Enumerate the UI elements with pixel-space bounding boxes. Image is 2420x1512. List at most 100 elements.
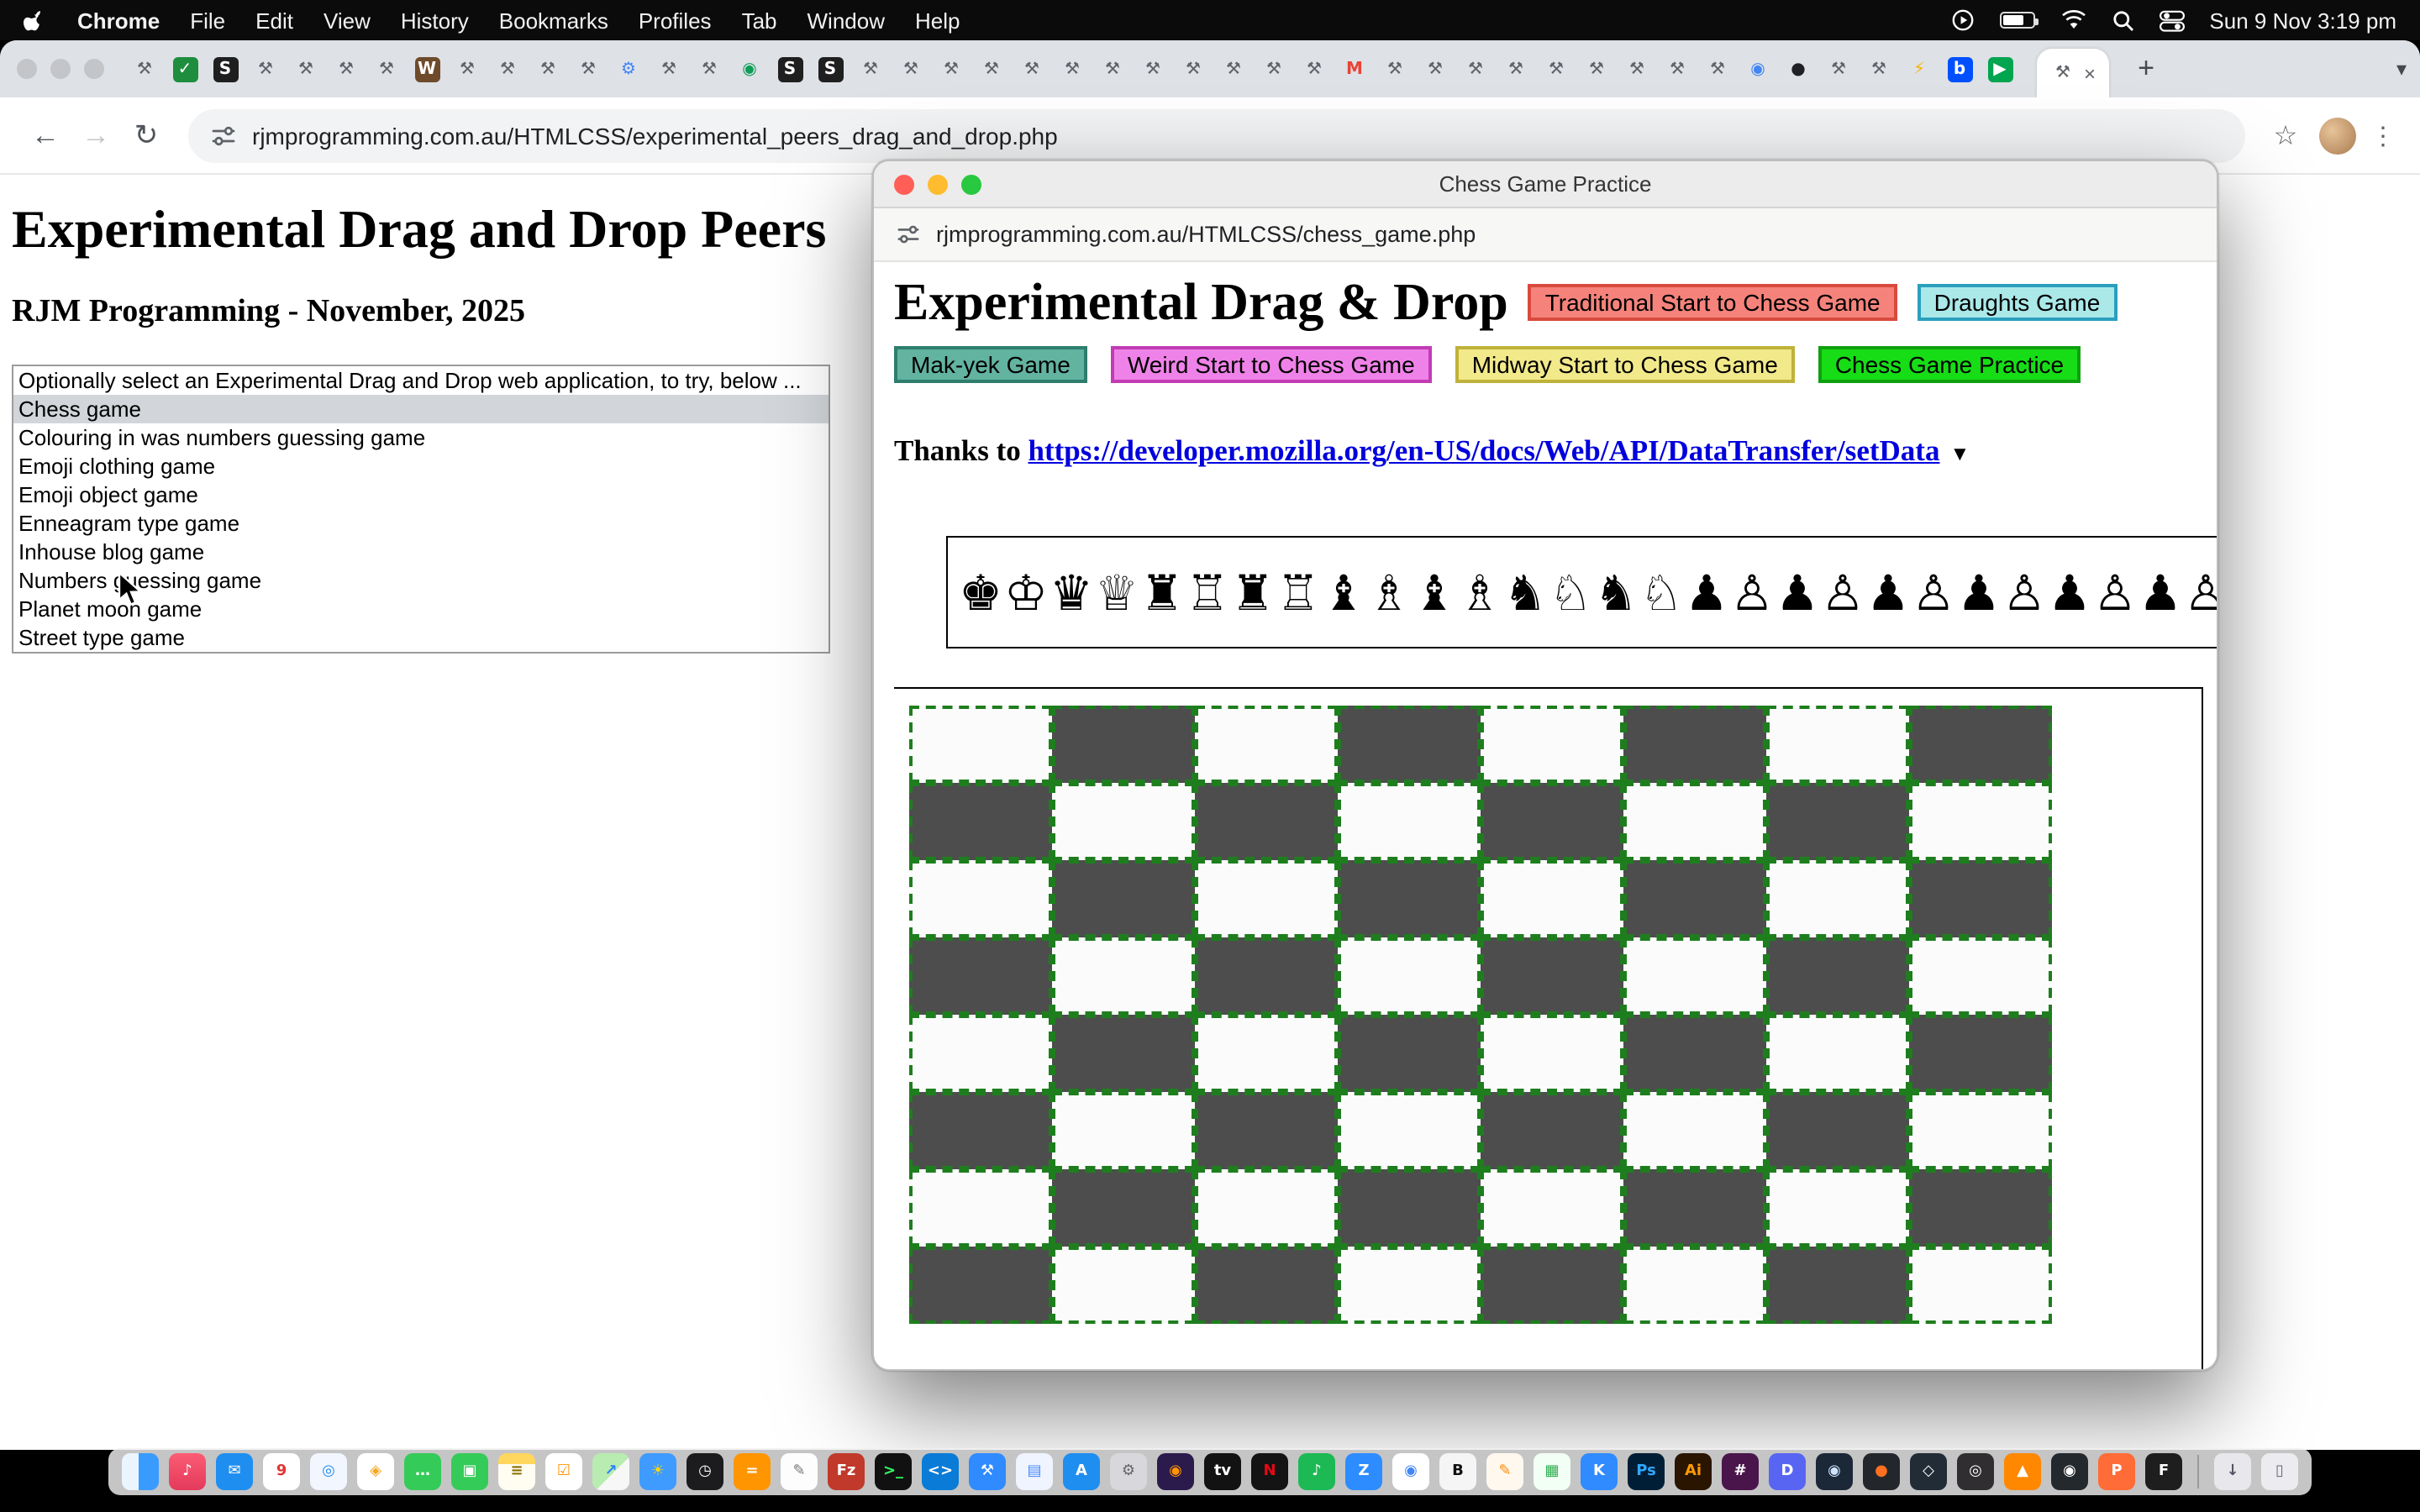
listbox-option[interactable]: Optionally select an Experimental Drag a…	[13, 366, 829, 395]
board-square-dark[interactable]	[1909, 706, 2052, 783]
dock-app-icon[interactable]: ▣	[451, 1453, 488, 1490]
chess-piece[interactable]: ♜	[1139, 542, 1185, 643]
board-square-light[interactable]	[1481, 706, 1623, 783]
board-square-light[interactable]	[1052, 937, 1195, 1015]
browser-tab[interactable]: ⚒	[245, 40, 286, 97]
browser-tab[interactable]: ⚒	[931, 40, 971, 97]
board-square-light[interactable]	[1338, 1247, 1481, 1324]
site-settings-icon[interactable]	[897, 223, 919, 245]
chess-piece[interactable]: ♖	[1185, 542, 1230, 643]
menubar-menu-item[interactable]: Bookmarks	[499, 8, 608, 33]
browser-tab[interactable]: S	[770, 40, 810, 97]
minimize-window-button[interactable]	[928, 175, 948, 195]
browser-tab[interactable]: ⚒	[1052, 40, 1092, 97]
browser-tab[interactable]: M	[1334, 40, 1375, 97]
menubar-menu-item[interactable]: Edit	[255, 8, 293, 33]
dock-app-icon[interactable]: ⚒	[969, 1453, 1006, 1490]
dock-app-icon[interactable]: ◉	[2051, 1453, 2088, 1490]
board-square-dark[interactable]	[1052, 860, 1195, 937]
board-square-light[interactable]	[1623, 1092, 1766, 1169]
browser-tab[interactable]: ⚒	[1496, 40, 1536, 97]
board-square-light[interactable]	[1052, 783, 1195, 860]
chess-piece[interactable]: ♝	[1412, 542, 1457, 643]
board-square-light[interactable]	[1623, 1247, 1766, 1324]
dock-app-icon[interactable]: ◈	[357, 1453, 394, 1490]
chess-piece[interactable]: ♙	[2092, 542, 2138, 643]
dock-app-icon[interactable]: ▯	[2261, 1453, 2298, 1490]
browser-tab[interactable]: ⚒	[286, 40, 326, 97]
board-square-dark[interactable]	[909, 937, 1052, 1015]
app-select-listbox[interactable]: Optionally select an Experimental Drag a…	[12, 365, 830, 654]
popup-address-bar[interactable]: rjmprogramming.com.au/HTMLCSS/chess_game…	[874, 208, 2217, 262]
chess-piece[interactable]: ♞	[1593, 542, 1639, 643]
dock-app-icon[interactable]: ◉	[1392, 1453, 1429, 1490]
browser-tab[interactable]: ⚒	[326, 40, 366, 97]
board-square-dark[interactable]	[1338, 706, 1481, 783]
battery-icon[interactable]	[1999, 12, 2034, 29]
chess-piece[interactable]: ♙	[1820, 542, 1865, 643]
close-window-button[interactable]	[894, 175, 914, 195]
dock-app-icon[interactable]: ⚙	[1110, 1453, 1147, 1490]
chess-piece[interactable]: ♖	[1276, 542, 1321, 643]
board-square-light[interactable]	[1481, 1015, 1623, 1092]
chess-piece[interactable]: ♕	[1094, 542, 1139, 643]
board-square-dark[interactable]	[1623, 1169, 1766, 1247]
game-mode-button[interactable]: Weird Start to Chess Game	[1111, 346, 1432, 383]
board-square-dark[interactable]	[1052, 1015, 1195, 1092]
listbox-option[interactable]: Enneagram type game	[13, 509, 829, 538]
board-square-dark[interactable]	[1623, 860, 1766, 937]
bookmark-star-icon[interactable]: ☆	[2262, 118, 2309, 152]
chess-piece[interactable]: ♗	[1457, 542, 1502, 643]
browser-tab[interactable]: ✓	[165, 40, 205, 97]
board-square-light[interactable]	[1338, 937, 1481, 1015]
browser-tab[interactable]: ⚒	[1818, 40, 1859, 97]
board-square-light[interactable]	[1195, 860, 1338, 937]
dock-app-icon[interactable]: ☑	[545, 1453, 582, 1490]
dock-app-icon[interactable]: D	[1769, 1453, 1806, 1490]
dock-app-icon[interactable]: ≡	[498, 1453, 535, 1490]
menubar-menu-item[interactable]: Profiles	[639, 8, 712, 33]
dock-app-icon[interactable]: …	[404, 1453, 441, 1490]
mozilla-setdata-link[interactable]: https://developer.mozilla.org/en-US/docs…	[1028, 433, 1940, 467]
listbox-option[interactable]: Planet moon game	[13, 595, 829, 623]
chess-piece[interactable]: ♟	[1775, 542, 1820, 643]
board-square-light[interactable]	[1766, 1015, 1909, 1092]
dock-app-icon[interactable]: ☀	[639, 1453, 676, 1490]
board-square-light[interactable]	[1909, 1092, 2052, 1169]
board-square-dark[interactable]	[1481, 1092, 1623, 1169]
screen-mirroring-icon[interactable]	[1950, 8, 1974, 32]
listbox-option[interactable]: Numbers guessing game	[13, 566, 829, 595]
browser-tab[interactable]: ⚒	[689, 40, 729, 97]
control-center-icon[interactable]	[2159, 9, 2184, 31]
dock-app-icon[interactable]: ●	[1863, 1453, 1900, 1490]
dock-app-icon[interactable]: P	[2098, 1453, 2135, 1490]
browser-tab[interactable]: ⚒	[528, 40, 568, 97]
browser-tab[interactable]: ⚒	[366, 40, 407, 97]
board-square-dark[interactable]	[1481, 937, 1623, 1015]
board-square-light[interactable]	[909, 706, 1052, 783]
board-square-light[interactable]	[1338, 783, 1481, 860]
browser-tab[interactable]: ◉	[1738, 40, 1778, 97]
chess-piece[interactable]: ♙	[1911, 542, 1956, 643]
board-square-dark[interactable]	[1052, 706, 1195, 783]
board-square-dark[interactable]	[1623, 706, 1766, 783]
browser-tab[interactable]: ⚡	[1899, 40, 1939, 97]
browser-tab[interactable]: ⚒	[1576, 40, 1617, 97]
reload-icon[interactable]: ↻	[121, 118, 171, 152]
dock-app-icon[interactable]: K	[1581, 1453, 1618, 1490]
dock-app-icon[interactable]	[122, 1453, 159, 1490]
dock-app-icon[interactable]: ✉	[216, 1453, 253, 1490]
board-square-light[interactable]	[1909, 1247, 2052, 1324]
game-mode-button[interactable]: Draughts Game	[1918, 284, 2118, 321]
close-window-button[interactable]	[17, 59, 37, 79]
board-square-light[interactable]	[1195, 706, 1338, 783]
browser-tab[interactable]: ⚒	[1133, 40, 1173, 97]
address-bar[interactable]: rjmprogramming.com.au/HTMLCSS/experiment…	[188, 108, 2245, 162]
browser-tab[interactable]: ⚒	[1617, 40, 1657, 97]
browser-tab[interactable]: ⚒	[447, 40, 487, 97]
dock-app-icon[interactable]: ↗	[592, 1453, 629, 1490]
board-square-dark[interactable]	[1338, 1169, 1481, 1247]
board-square-light[interactable]	[1481, 860, 1623, 937]
minimize-window-button[interactable]	[50, 59, 71, 79]
menubar-menu-item[interactable]: Window	[808, 8, 886, 33]
